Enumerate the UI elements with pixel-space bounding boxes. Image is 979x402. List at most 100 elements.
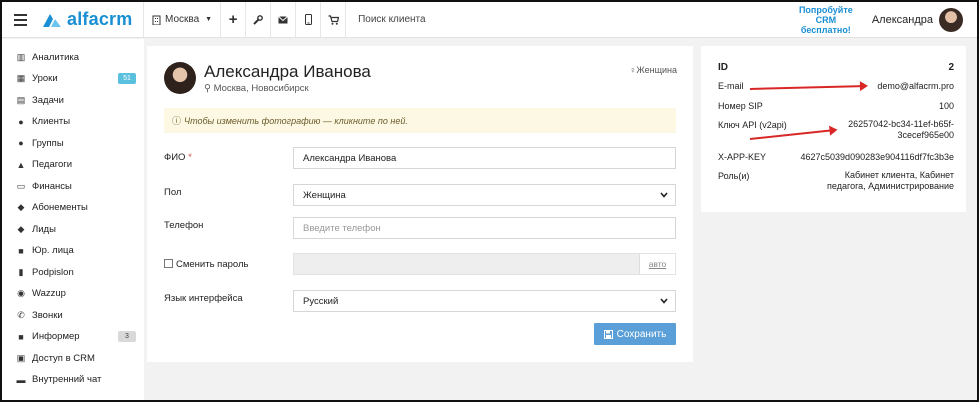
- sidebar-item[interactable]: ● Клиенты: [16, 112, 138, 132]
- tag-icon: ◆: [17, 223, 25, 234]
- sidebar-item[interactable]: ▦ Уроки 51: [16, 69, 138, 89]
- caret-down-icon: ▼: [205, 16, 213, 23]
- sidebar-item[interactable]: ■ Юр. лица: [16, 241, 138, 261]
- email-label: E-mail: [718, 81, 744, 91]
- chat-icon: ▬: [16, 374, 26, 385]
- sidebar-item[interactable]: ✆ Звонки: [16, 305, 138, 325]
- info-icon: ⓘ: [172, 116, 182, 126]
- sidebar-item[interactable]: ▮ Podpislon: [16, 262, 138, 282]
- alfacrm-logo-icon: [43, 13, 61, 27]
- chart-icon: ▥: [16, 51, 26, 62]
- gender-label: Пол: [164, 187, 182, 198]
- roles-label: Роль(и): [718, 171, 750, 181]
- xapp-key-label: X-APP-KEY: [718, 152, 767, 162]
- sidebar-item-label: Задачи: [32, 94, 64, 106]
- sidebar-item-label: Педагоги: [32, 159, 73, 170]
- phone-label: Телефон: [164, 220, 204, 231]
- logo[interactable]: alfacrm: [38, 2, 143, 38]
- profile-gender: ♀Женщина: [629, 65, 677, 75]
- graduation-cap-icon: ▲: [16, 159, 26, 170]
- file-icon: ▮: [18, 266, 24, 277]
- wrench-icon[interactable]: [246, 2, 270, 38]
- id-value: 2: [948, 62, 954, 73]
- app-window: alfacrm Москва ▼ + Поиск клиента Попробу…: [0, 0, 979, 402]
- briefcase-icon: ■: [18, 245, 24, 256]
- informer-icon: ■: [18, 331, 24, 342]
- sip-value: 100: [938, 101, 954, 111]
- sidebar-item-label: Лиды: [32, 223, 56, 235]
- change-password-toggle[interactable]: Сменить пароль: [164, 259, 248, 270]
- building-icon: [152, 15, 161, 25]
- sidebar-item-label: Wazzup: [32, 288, 66, 299]
- profile-location: ⚲ Москва, Новосибирск: [204, 83, 309, 94]
- sidebar-item[interactable]: ▲ Педагоги: [16, 155, 138, 175]
- logo-text: alfacrm: [67, 9, 133, 29]
- client-search-input[interactable]: Поиск клиента: [346, 2, 790, 38]
- money-icon: ▭: [16, 180, 26, 191]
- language-select[interactable]: Русский: [293, 290, 676, 312]
- sidebar-item[interactable]: ◆ Абонементы: [16, 198, 138, 218]
- sidebar-item[interactable]: ▭ Финансы: [16, 176, 138, 196]
- city-label: Москва: [165, 14, 200, 25]
- fio-input[interactable]: Александра Иванова: [293, 147, 676, 169]
- save-button[interactable]: Сохранить: [594, 323, 676, 345]
- user-name[interactable]: Александра: [872, 14, 933, 26]
- sidebar-item[interactable]: ◆ Лиды: [16, 219, 138, 239]
- id-label: ID: [718, 62, 728, 73]
- floppy-icon: [603, 329, 613, 339]
- profile-panel: Александра Иванова ⚲ Москва, Новосибирск…: [147, 46, 693, 362]
- sidebar-item-label: Аналитика: [32, 51, 80, 63]
- top-bar: alfacrm Москва ▼ + Поиск клиента Попробу…: [2, 2, 977, 38]
- group-icon: ●: [18, 138, 24, 148]
- required-mark: *: [188, 152, 192, 163]
- roles-value: Кабинет клиента, Кабинет педагога, Админ…: [827, 170, 954, 191]
- free-trial-link[interactable]: Попробуйте CRM бесплатно!: [790, 5, 862, 35]
- sidebar-item-label: Информер: [32, 331, 80, 342]
- sidebar-item[interactable]: ● Группы: [16, 133, 138, 153]
- envelope-icon[interactable]: [271, 2, 295, 38]
- sidebar-item-label: Клиенты: [32, 116, 71, 127]
- gender-select[interactable]: Женщина: [293, 184, 676, 206]
- xapp-key-value: 4627c5039d090283e904116df7fc3b3e: [800, 152, 954, 162]
- calendar-icon: ▦: [16, 73, 26, 83]
- password-input: авто: [293, 253, 676, 275]
- checkbox[interactable]: [164, 259, 173, 268]
- sidebar-item-label: Группы: [32, 137, 64, 149]
- sidebar-item-label: Podpislon: [32, 266, 74, 278]
- count-badge: 3: [118, 330, 136, 342]
- language-label: Язык интерфейса: [164, 293, 243, 304]
- user-icon: ●: [18, 116, 24, 127]
- sidebar-item[interactable]: ▥ Аналитика: [16, 47, 138, 67]
- sidebar-item[interactable]: ■ Информер 3: [16, 327, 138, 347]
- sip-label: Номер SIP: [718, 101, 763, 111]
- phone-input[interactable]: Введите телефон: [293, 217, 676, 239]
- lock-icon: ▣: [16, 352, 26, 363]
- menu-icon[interactable]: [2, 2, 38, 38]
- count-badge: 51: [118, 72, 136, 84]
- profile-name: Александра Иванова: [204, 62, 371, 81]
- fio-label: ФИО *: [164, 152, 192, 163]
- whatsapp-icon: ◉: [17, 288, 25, 298]
- auto-password-button[interactable]: авто: [639, 254, 675, 274]
- sidebar-item[interactable]: ▣ Доступ в CRM: [16, 348, 138, 368]
- phone-icon: ✆: [17, 309, 25, 320]
- plus-icon[interactable]: +: [221, 2, 245, 38]
- api-key-label: Ключ API (v2api): [718, 120, 787, 130]
- sidebar-item-label: Внутренний чат: [32, 374, 102, 385]
- sidebar-item[interactable]: ▤ Задачи: [16, 90, 138, 110]
- sidebar-item[interactable]: ◉ Wazzup: [16, 284, 138, 304]
- chevron-down-icon: [660, 298, 668, 304]
- sidebar-item-label: Звонки: [32, 309, 63, 321]
- sidebar-item[interactable]: ▬ Внутренний чат: [16, 370, 138, 390]
- map-marker-icon: ⚲: [204, 83, 211, 94]
- cart-icon[interactable]: [321, 2, 345, 38]
- email-value: demo@alfacrm.pro: [877, 81, 954, 91]
- chevron-down-icon: [660, 192, 668, 198]
- city-selector[interactable]: Москва ▼: [144, 2, 220, 38]
- mobile-icon[interactable]: [296, 2, 320, 38]
- user-avatar[interactable]: [939, 7, 963, 32]
- profile-photo[interactable]: [164, 62, 196, 94]
- sidebar-item-label: Юр. лица: [32, 245, 74, 256]
- sidebar-item-label: Уроки: [32, 73, 58, 84]
- sidebar-item-label: Абонементы: [32, 202, 88, 213]
